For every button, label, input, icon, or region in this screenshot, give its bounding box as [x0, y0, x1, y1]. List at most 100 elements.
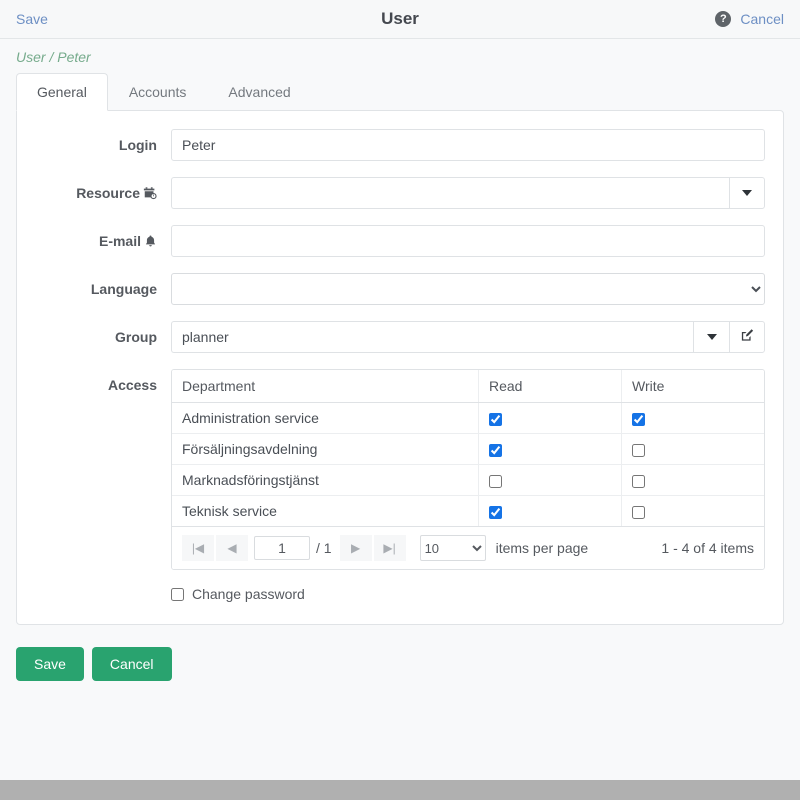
group-input[interactable] — [171, 321, 693, 353]
email-label: E-mail — [35, 225, 171, 251]
cell-write — [621, 464, 764, 496]
email-label-text: E-mail — [98, 233, 141, 249]
read-checkbox[interactable] — [489, 505, 502, 519]
pager-summary: 1 - 4 of 4 items — [661, 540, 754, 556]
resource-input[interactable] — [171, 177, 729, 209]
change-password-label: Change password — [192, 586, 305, 602]
field-row-language: Language — [35, 273, 765, 305]
cell-write — [621, 433, 764, 465]
language-control — [171, 273, 765, 305]
bell-icon — [144, 234, 157, 251]
email-control — [171, 225, 765, 257]
read-checkbox[interactable] — [489, 412, 502, 426]
write-checkbox[interactable] — [632, 412, 645, 426]
access-table-body: Administration service Försäljningsavdel… — [172, 402, 764, 526]
column-header-department: Department — [172, 370, 479, 403]
group-edit-button[interactable] — [729, 321, 765, 353]
edit-pencil-icon — [740, 328, 755, 346]
access-control: Department Read Write Administration ser… — [171, 369, 765, 570]
resource-label: Resource — [35, 177, 171, 203]
cancel-button[interactable]: Cancel — [91, 647, 172, 681]
language-label: Language — [90, 281, 157, 297]
cell-read — [478, 433, 622, 465]
login-control — [171, 129, 765, 161]
table-row: Administration service — [172, 402, 764, 434]
column-header-write: Write — [621, 370, 764, 403]
prev-page-icon: ◀ — [227, 541, 237, 555]
footer-bar — [0, 780, 800, 800]
access-table: Department Read Write Administration ser… — [172, 370, 764, 526]
pager-total-pages: / 1 — [316, 540, 332, 556]
table-header-row: Department Read Write — [172, 370, 764, 403]
field-row-access: Access Department Read Write Administrat… — [35, 369, 765, 570]
group-input-group — [171, 321, 765, 353]
group-dropdown-button[interactable] — [693, 321, 729, 353]
table-row: Marknadsföringstjänst — [172, 464, 764, 496]
tab-general[interactable]: General — [16, 73, 108, 111]
help-icon[interactable]: ? — [715, 11, 732, 27]
resource-dropdown-button[interactable] — [729, 177, 765, 209]
write-checkbox[interactable] — [632, 443, 645, 457]
save-button[interactable]: Save — [16, 647, 84, 681]
first-page-icon: |◀ — [191, 541, 205, 555]
table-row: Försäljningsavdelning — [172, 433, 764, 465]
field-row-email: E-mail — [35, 225, 765, 257]
column-header-read: Read — [478, 370, 622, 403]
pager-last-button[interactable]: ▶| — [373, 535, 406, 561]
resource-icon — [143, 186, 157, 203]
read-checkbox[interactable] — [489, 443, 502, 457]
next-page-icon: ▶ — [350, 541, 361, 555]
table-row: Teknisk service — [172, 495, 764, 526]
cell-read — [478, 464, 622, 496]
write-checkbox[interactable] — [632, 505, 645, 519]
cell-write — [621, 495, 764, 526]
cell-department: Försäljningsavdelning — [172, 433, 479, 465]
access-table-wrapper: Department Read Write Administration ser… — [171, 369, 765, 570]
tab-advanced[interactable]: Advanced — [207, 73, 311, 111]
topbar-right-group: ? Cancel — [715, 11, 784, 27]
field-row-resource: Resource — [35, 177, 765, 209]
pager-prev-button[interactable]: ◀ — [216, 535, 248, 561]
access-label: Access — [107, 377, 157, 393]
resource-label-text: Resource — [76, 185, 140, 201]
group-control — [171, 321, 765, 353]
caret-down-icon — [706, 334, 717, 340]
pager-page-size-select[interactable]: 10 — [419, 535, 486, 561]
read-checkbox[interactable] — [489, 474, 502, 488]
caret-down-icon — [742, 190, 752, 196]
change-password-checkbox[interactable] — [171, 587, 184, 601]
language-select[interactable] — [171, 273, 765, 305]
topbar-cancel-link[interactable]: Cancel — [740, 11, 784, 27]
tab-bar: General Accounts Advanced — [0, 73, 800, 111]
cell-department: Teknisk service — [182, 503, 277, 519]
cell-read — [478, 495, 622, 526]
field-row-group: Group — [35, 321, 765, 353]
write-checkbox[interactable] — [632, 474, 645, 488]
pager-first-button[interactable]: |◀ — [182, 535, 214, 561]
general-tab-panel: Login Resource E-mail Language — [16, 110, 784, 625]
login-label: Login — [118, 137, 157, 153]
page-title: User — [381, 9, 419, 28]
field-row-login: Login — [35, 129, 765, 161]
last-page-icon: ▶| — [383, 541, 396, 555]
form-actions: Save Cancel — [0, 625, 800, 681]
resource-control — [171, 177, 765, 209]
pager-page-input[interactable] — [254, 536, 310, 560]
pager-next-button[interactable]: ▶ — [339, 535, 372, 561]
tab-accounts[interactable]: Accounts — [108, 73, 208, 111]
topbar-save-link[interactable]: Save — [16, 11, 48, 27]
cell-department: Marknadsföringstjänst — [172, 464, 479, 496]
resource-input-group — [171, 177, 765, 209]
group-label: Group — [115, 329, 157, 345]
table-pager: |◀ ◀ / 1 ▶ ▶| 10 items — [172, 526, 764, 569]
items-per-page-label: items per page — [495, 540, 589, 556]
breadcrumb[interactable]: User / Peter — [0, 39, 800, 73]
email-input[interactable] — [171, 225, 765, 257]
top-bar: Save User ? Cancel — [0, 0, 800, 39]
access-table-head: Department Read Write — [172, 370, 764, 403]
cell-write — [621, 402, 764, 434]
login-input[interactable] — [171, 129, 765, 161]
cell-department: Administration service — [172, 402, 479, 434]
change-password-row: Change password — [157, 586, 765, 602]
cell-read — [478, 402, 622, 434]
